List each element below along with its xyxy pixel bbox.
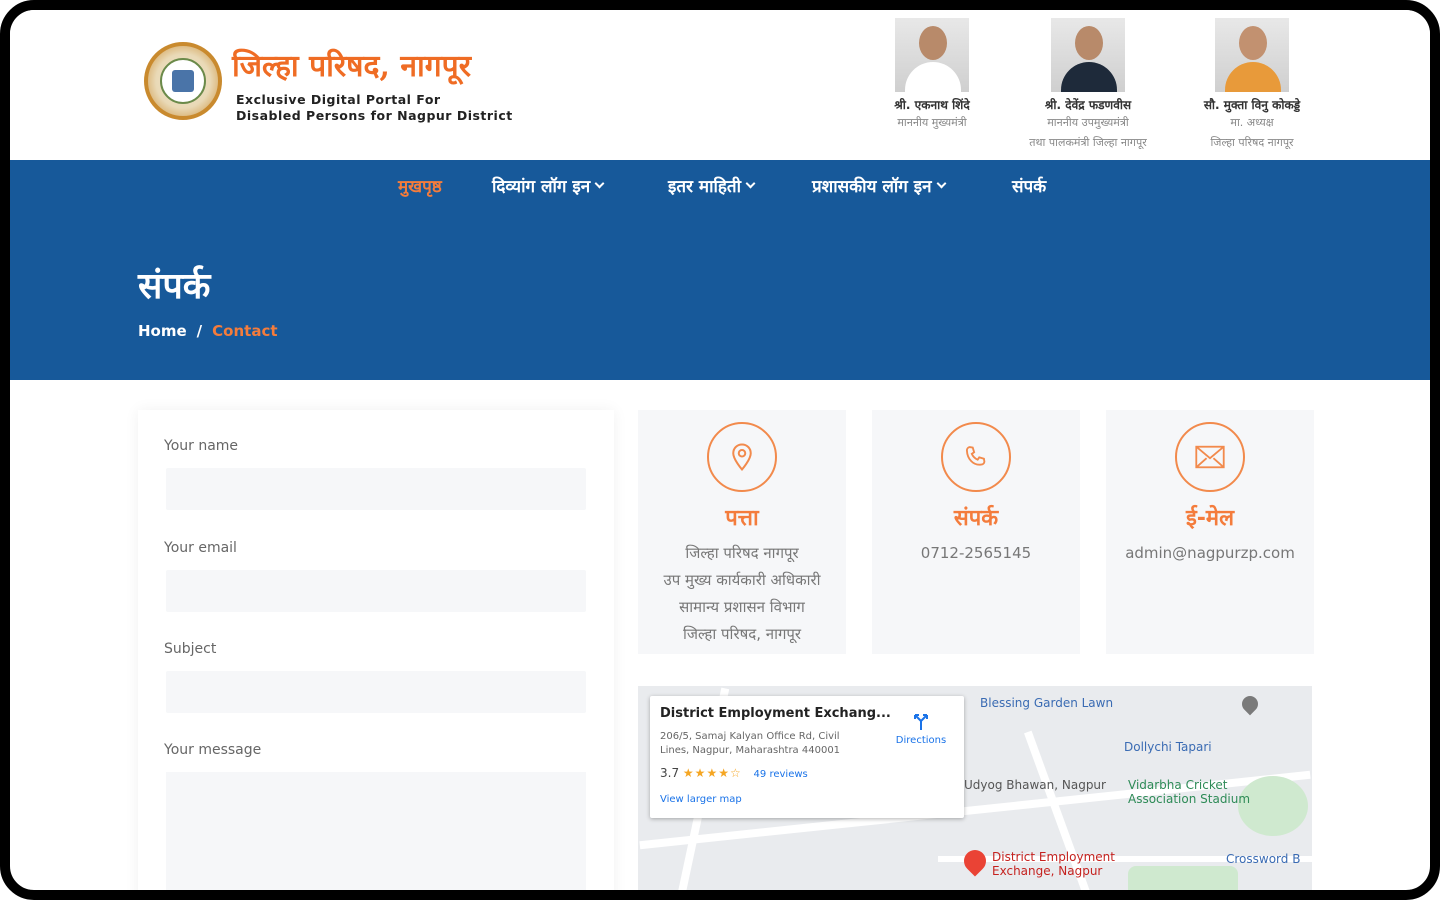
directions-button[interactable]: Directions — [886, 712, 956, 746]
nav-item-contact[interactable]: संपर्क — [1012, 174, 1046, 197]
nav-item-label: इतर माहिती — [668, 177, 742, 197]
official-card-cm: श्री. एकनाथ शिंदे माननीय मुख्यमंत्री — [842, 18, 1022, 133]
address-text: जिल्हा परिषद नागपूर उप मुख्य कार्यकारी अ… — [638, 540, 846, 648]
location-marker-icon[interactable] — [959, 845, 991, 877]
mail-icon — [1175, 422, 1245, 492]
message-textarea[interactable] — [166, 772, 586, 890]
breadcrumb: Home / Contact — [138, 322, 278, 340]
nav-item-admin-login[interactable]: प्रशासकीय लॉग इन — [812, 174, 947, 197]
phone-number[interactable]: 0712-2565145 — [872, 540, 1080, 567]
address-line: उप मुख्य कार्यकारी अधिकारी — [663, 571, 821, 589]
nav-item-label: मुखपृष्ठ — [398, 177, 442, 197]
official-photo-president — [1215, 18, 1289, 92]
official-card-dcm: श्री. देवेंद्र फडणवीस माननीय उपमुख्यमंत्… — [998, 18, 1178, 153]
map-place-udyog[interactable]: Udyog Bhawan, Nagpur — [964, 778, 1106, 792]
address-title: पत्ता — [725, 506, 759, 531]
map-place-crossword[interactable]: Crossword B — [1226, 852, 1300, 866]
name-label: Your name — [164, 438, 239, 454]
location-pin-icon — [707, 422, 777, 492]
official-name: श्री. देवेंद्र फडणवीस — [1044, 98, 1132, 112]
address-card: पत्ता जिल्हा परिषद नागपूर उप मुख्य कार्य… — [638, 410, 846, 654]
email-title: ई-मेल — [1185, 506, 1234, 531]
view-larger-map-link[interactable]: View larger map — [660, 794, 742, 805]
address-line: सामान्य प्रशासन विभाग — [679, 598, 805, 616]
nav-item-home[interactable]: मुखपृष्ठ — [398, 174, 442, 197]
popup-rating: 3.7 ★★★★☆ 49 reviews — [660, 766, 808, 780]
official-role-line2: तथा पालकमंत्री जिल्हा नागपूर — [1029, 136, 1147, 149]
subject-label: Subject — [164, 641, 217, 657]
embedded-map[interactable]: District Employment Exchang... 206/5, Sa… — [638, 686, 1312, 890]
subject-input[interactable] — [166, 671, 586, 713]
map-label-line: District Employment — [992, 850, 1115, 864]
phone-title: संपर्क — [953, 506, 999, 531]
name-input[interactable] — [166, 468, 586, 510]
breadcrumb-separator: / — [196, 322, 203, 340]
email-label: Your email — [164, 540, 237, 556]
brand-subtitle-line2: Disabled Persons for Nagpur District — [236, 108, 513, 123]
page-title: संपर्क — [138, 266, 211, 307]
brand-subtitle-line1: Exclusive Digital Portal For — [236, 92, 441, 107]
official-card-president: सौ. मुक्ता विनु कोकड्डे मा. अध्यक्ष जिल्… — [1162, 18, 1342, 153]
official-role-line2: जिल्हा परिषद नागपूर — [1210, 136, 1294, 149]
page-frame: जिल्हा परिषद, नागपूर Exclusive Digital P… — [0, 0, 1440, 900]
map-place-vidarbha[interactable]: Vidarbha Cricket Association Stadium — [1128, 778, 1250, 806]
rating-value: 3.7 — [660, 766, 680, 780]
map-info-popup: District Employment Exchang... 206/5, Sa… — [650, 696, 964, 818]
official-role: मा. अध्यक्ष — [1230, 116, 1274, 129]
map-label-line: Vidarbha Cricket — [1128, 778, 1228, 792]
nav-item-other-info[interactable]: इतर माहिती — [668, 174, 756, 197]
phone-icon — [941, 422, 1011, 492]
map-label-line: Exchange, Nagpur — [992, 864, 1103, 878]
chevron-down-icon — [594, 178, 605, 189]
official-role: माननीय उपमुख्यमंत्री — [1047, 116, 1129, 129]
official-name: सौ. मुक्ता विनु कोकड्डे — [1203, 98, 1301, 112]
map-place-garden[interactable]: Blessing Garden Lawn — [980, 696, 1113, 710]
email-address[interactable]: admin@nagpurzp.com — [1106, 540, 1314, 567]
brand-title: जिल्हा परिषद, नागपूर — [232, 49, 471, 84]
breadcrumb-home[interactable]: Home — [138, 322, 187, 340]
directions-icon — [914, 714, 928, 730]
email-input[interactable] — [166, 570, 586, 612]
main-nav: मुखपृष्ठ दिव्यांग लॉग इन इतर माहिती प्रश… — [10, 174, 1430, 204]
logo-emblem-icon — [160, 58, 206, 104]
reviews-link[interactable]: 49 reviews — [754, 769, 808, 780]
official-name: श्री. एकनाथ शिंदे — [894, 98, 970, 112]
map-pin-icon — [1238, 692, 1262, 716]
official-photo-cm — [895, 18, 969, 92]
site-header: जिल्हा परिषद, नागपूर Exclusive Digital P… — [10, 10, 1430, 160]
chevron-down-icon — [745, 178, 756, 189]
map-place-dee[interactable]: District Employment Exchange, Nagpur — [992, 850, 1115, 878]
nav-item-label: संपर्क — [1012, 177, 1047, 197]
phone-card: संपर्क 0712-2565145 — [872, 410, 1080, 654]
directions-label: Directions — [895, 735, 947, 746]
hero-banner: मुखपृष्ठ दिव्यांग लॉग इन इतर माहिती प्रश… — [10, 160, 1430, 380]
popup-title: District Employment Exchang... — [660, 706, 891, 721]
map-label-line: Association Stadium — [1128, 792, 1251, 806]
brand-subtitle: Exclusive Digital Portal For Disabled Pe… — [236, 92, 513, 124]
zp-logo[interactable] — [144, 42, 222, 120]
email-card: ई-मेल admin@nagpurzp.com — [1106, 410, 1314, 654]
breadcrumb-current: Contact — [212, 322, 278, 340]
address-line: जिल्हा परिषद, नागपूर — [682, 625, 802, 643]
nav-item-divyang-login[interactable]: दिव्यांग लॉग इन — [492, 174, 605, 197]
contact-form: Your name Your email Subject Your messag… — [138, 410, 614, 890]
official-photo-dcm — [1051, 18, 1125, 92]
map-place-dollychi[interactable]: Dollychi Tapari — [1124, 740, 1212, 754]
chevron-down-icon — [936, 178, 947, 189]
official-role: माननीय मुख्यमंत्री — [897, 116, 967, 129]
star-rating-icon: ★★★★☆ — [682, 766, 742, 780]
popup-address: 206/5, Samaj Kalyan Office Rd, Civil Lin… — [660, 731, 841, 756]
nav-item-label: दिव्यांग लॉग इन — [492, 177, 591, 197]
message-label: Your message — [164, 742, 262, 758]
map-park — [1128, 866, 1238, 890]
address-line: जिल्हा परिषद नागपूर — [685, 544, 799, 562]
nav-item-label: प्रशासकीय लॉग इन — [812, 177, 932, 197]
